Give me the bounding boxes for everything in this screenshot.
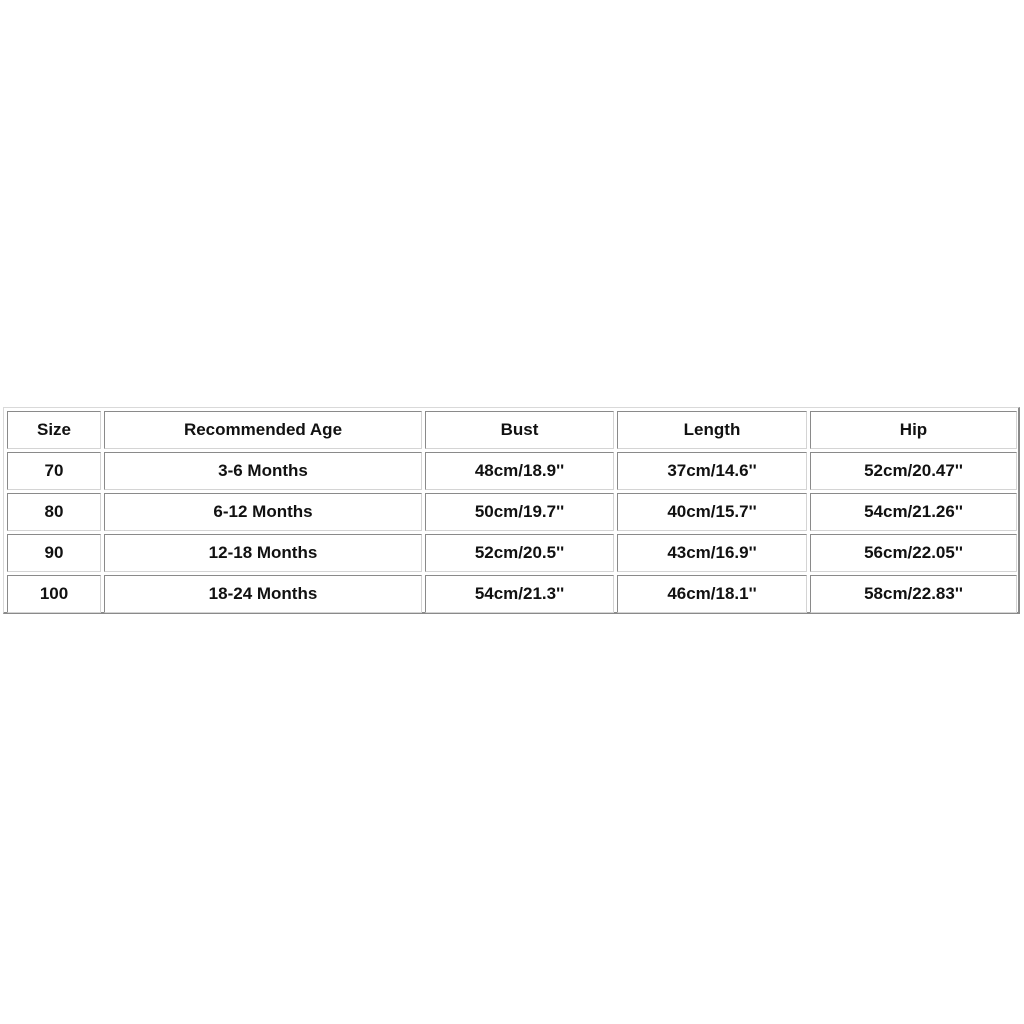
header-length: Length — [617, 411, 807, 449]
header-hip: Hip — [810, 411, 1017, 449]
cell-bust: 48cm/18.9'' — [425, 452, 614, 490]
table-row: 80 6-12 Months 50cm/19.7'' 40cm/15.7'' 5… — [7, 493, 1017, 531]
table-row: 90 12-18 Months 52cm/20.5'' 43cm/16.9'' … — [7, 534, 1017, 572]
table-row: 100 18-24 Months 54cm/21.3'' 46cm/18.1''… — [7, 575, 1017, 613]
cell-hip: 52cm/20.47'' — [810, 452, 1017, 490]
cell-hip: 58cm/22.83'' — [810, 575, 1017, 613]
cell-recommended-age: 6-12 Months — [104, 493, 422, 531]
cell-length: 46cm/18.1'' — [617, 575, 807, 613]
size-chart-table: Size Recommended Age Bust Length Hip 70 … — [4, 408, 1020, 616]
header-row: Size Recommended Age Bust Length Hip — [7, 411, 1017, 449]
cell-size: 90 — [7, 534, 101, 572]
cell-size: 70 — [7, 452, 101, 490]
header-recommended-age: Recommended Age — [104, 411, 422, 449]
cell-bust: 50cm/19.7'' — [425, 493, 614, 531]
cell-hip: 54cm/21.26'' — [810, 493, 1017, 531]
cell-length: 40cm/15.7'' — [617, 493, 807, 531]
cell-recommended-age: 12-18 Months — [104, 534, 422, 572]
cell-bust: 54cm/21.3'' — [425, 575, 614, 613]
cell-size: 80 — [7, 493, 101, 531]
size-chart: Size Recommended Age Bust Length Hip 70 … — [3, 407, 1020, 614]
cell-recommended-age: 3-6 Months — [104, 452, 422, 490]
table-row: 70 3-6 Months 48cm/18.9'' 37cm/14.6'' 52… — [7, 452, 1017, 490]
cell-size: 100 — [7, 575, 101, 613]
header-size: Size — [7, 411, 101, 449]
cell-bust: 52cm/20.5'' — [425, 534, 614, 572]
cell-recommended-age: 18-24 Months — [104, 575, 422, 613]
cell-length: 43cm/16.9'' — [617, 534, 807, 572]
header-bust: Bust — [425, 411, 614, 449]
cell-length: 37cm/14.6'' — [617, 452, 807, 490]
cell-hip: 56cm/22.05'' — [810, 534, 1017, 572]
